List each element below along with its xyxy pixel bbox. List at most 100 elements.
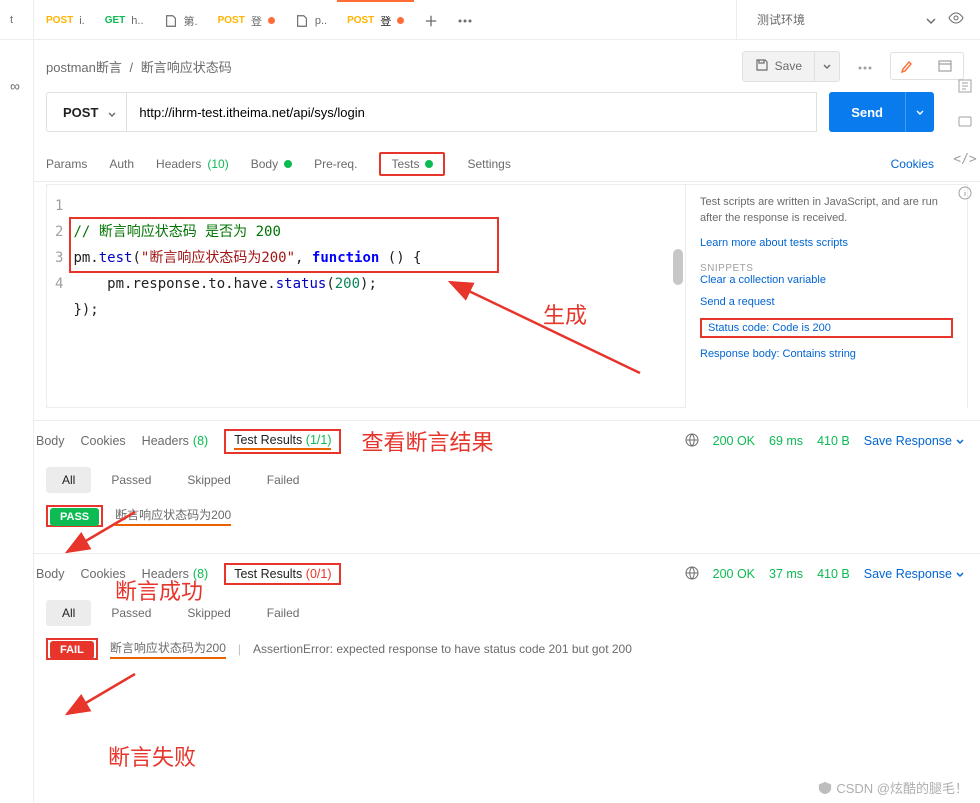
trunc-infinity: ∞ <box>10 78 20 94</box>
line-numbers: 1234 <box>47 185 73 407</box>
breadcrumb-collection[interactable]: postman断言 <box>46 60 122 75</box>
response-panel-pass: Body Cookies Headers (8) Test Results (1… <box>0 420 980 543</box>
send-button-group: Send <box>829 92 934 132</box>
new-tab-button[interactable] <box>414 0 448 40</box>
url-input[interactable] <box>126 92 817 132</box>
subtab-body[interactable]: Body <box>251 157 292 171</box>
comment-icon[interactable] <box>957 115 973 134</box>
resp-tab-headers[interactable]: Headers (8) <box>142 567 209 581</box>
filter-passed[interactable]: Passed <box>95 467 167 493</box>
tab-4[interactable]: p.. <box>285 0 337 40</box>
environment-selector[interactable]: 测试环境 <box>736 0 976 39</box>
resp-tab-test-results[interactable]: Test Results (1/1) <box>224 429 341 454</box>
annotation-fail-label: 断言失败 <box>108 740 196 772</box>
eye-icon[interactable] <box>948 12 964 27</box>
response-tabs: Body Cookies Headers (8) Test Results (1… <box>36 421 980 461</box>
method-value: POST <box>63 105 98 120</box>
tab-method: GET <box>105 15 126 26</box>
learn-more-link[interactable]: Learn more about tests scripts <box>700 237 953 249</box>
request-subtabs: Params Auth Headers (10) Body Pre-req. T… <box>0 146 980 182</box>
filter-all[interactable]: All <box>46 467 91 493</box>
response-size: 410 B <box>817 567 850 581</box>
snippet-send-request[interactable]: Send a request <box>700 296 953 308</box>
filter-skipped[interactable]: Skipped <box>171 600 246 626</box>
snippet-clear-collection-var[interactable]: Clear a collection variable <box>700 274 953 286</box>
breadcrumb-request-name: 断言响应状态码 <box>141 60 232 75</box>
dot-icon <box>425 160 433 168</box>
subtab-params[interactable]: Params <box>46 157 87 171</box>
response-panel-fail: Body Cookies Headers (8) Test Results (0… <box>0 553 980 676</box>
tab-1[interactable]: GETh.. <box>95 0 154 40</box>
code-editor[interactable]: 1234 // 断言响应状态码 是否为 200 pm.test("断言响应状态码… <box>46 184 686 408</box>
save-response-button[interactable]: Save Response <box>864 434 964 448</box>
response-tabs: Body Cookies Headers (8) Test Results (0… <box>36 554 980 594</box>
scrollbar-thumb[interactable] <box>673 249 683 285</box>
separator: | <box>238 642 241 656</box>
fail-badge: FAIL <box>50 641 94 659</box>
tab-method: POST <box>46 15 73 26</box>
filter-skipped[interactable]: Skipped <box>171 467 246 493</box>
subtab-tests[interactable]: Tests <box>379 152 445 176</box>
resp-tab-headers[interactable]: Headers (8) <box>142 434 209 448</box>
subtab-settings[interactable]: Settings <box>467 157 510 171</box>
build-mode-button[interactable] <box>891 53 927 79</box>
resp-tab-body[interactable]: Body <box>36 567 65 581</box>
request-url-row: POST Send <box>0 92 980 132</box>
subtab-label: Body <box>251 157 278 171</box>
unsaved-dot-icon <box>268 17 275 24</box>
right-sidebar-strip: </> <box>950 40 980 204</box>
subtab-label: Headers <box>156 157 201 171</box>
tab-3[interactable]: POST登 <box>208 0 285 40</box>
method-selector[interactable]: POST <box>46 92 126 132</box>
tab-5-active[interactable]: POST登 <box>337 0 414 40</box>
headers-count: (10) <box>207 157 228 171</box>
info-icon[interactable] <box>957 185 973 204</box>
tab-label: i. <box>79 15 85 27</box>
code-icon[interactable]: </> <box>953 152 976 167</box>
globe-icon[interactable] <box>685 566 699 583</box>
snippet-status-200[interactable]: Status code: Code is 200 <box>708 322 831 334</box>
code-content[interactable]: // 断言响应状态码 是否为 200 pm.test("断言响应状态码为200"… <box>73 185 685 407</box>
response-time: 69 ms <box>769 434 803 448</box>
request-tabs-row: POST i. GETh.. 第. POST登 p.. POST登 测试环境 <box>0 0 980 40</box>
status-code: 200 OK <box>713 434 755 448</box>
dot-icon <box>284 160 292 168</box>
resp-tab-cookies[interactable]: Cookies <box>81 434 126 448</box>
save-response-button[interactable]: Save Response <box>864 567 964 581</box>
globe-icon[interactable] <box>685 433 699 450</box>
test-result-name: 断言响应状态码为200 <box>115 506 231 526</box>
tab-options-button[interactable] <box>448 0 482 40</box>
request-options-button[interactable] <box>852 53 878 79</box>
resp-tab-cookies[interactable]: Cookies <box>81 567 126 581</box>
environment-name: 测试环境 <box>757 11 805 28</box>
annotation-see-result: 查看断言结果 <box>361 425 493 457</box>
save-dropdown-button[interactable] <box>814 52 839 81</box>
save-label: Save <box>775 59 802 73</box>
resp-tab-test-results[interactable]: Test Results (0/1) <box>224 563 341 585</box>
save-button-group: Save <box>742 51 840 82</box>
send-dropdown-button[interactable] <box>905 92 934 132</box>
cookies-link[interactable]: Cookies <box>891 157 934 171</box>
snippet-body-contains[interactable]: Response body: Contains string <box>700 348 953 360</box>
tab-0[interactable]: POST i. <box>36 0 95 40</box>
filter-failed[interactable]: Failed <box>251 600 316 626</box>
test-result-name: 断言响应状态码为200 <box>110 639 226 659</box>
filter-all[interactable]: All <box>46 600 91 626</box>
resp-tab-body[interactable]: Body <box>36 434 65 448</box>
filter-failed[interactable]: Failed <box>251 467 316 493</box>
pass-badge: PASS <box>50 508 99 526</box>
subtab-auth[interactable]: Auth <box>109 157 134 171</box>
filter-passed[interactable]: Passed <box>95 600 167 626</box>
tab-2[interactable]: 第. <box>154 0 208 40</box>
chevron-down-icon <box>926 13 936 27</box>
save-button[interactable]: Save <box>743 52 814 81</box>
result-filter-row: All Passed Skipped Failed <box>36 594 980 632</box>
test-result-row: FAIL 断言响应状态码为200 | AssertionError: expec… <box>36 632 980 676</box>
subtab-prerequest[interactable]: Pre-req. <box>314 157 357 171</box>
response-status-bar: 200 OK 69 ms 410 B Save Response <box>685 433 964 450</box>
tab-label: p.. <box>315 15 327 27</box>
docs-icon[interactable] <box>957 78 973 97</box>
response-time: 37 ms <box>769 567 803 581</box>
send-button[interactable]: Send <box>829 92 905 132</box>
subtab-headers[interactable]: Headers (10) <box>156 157 229 171</box>
